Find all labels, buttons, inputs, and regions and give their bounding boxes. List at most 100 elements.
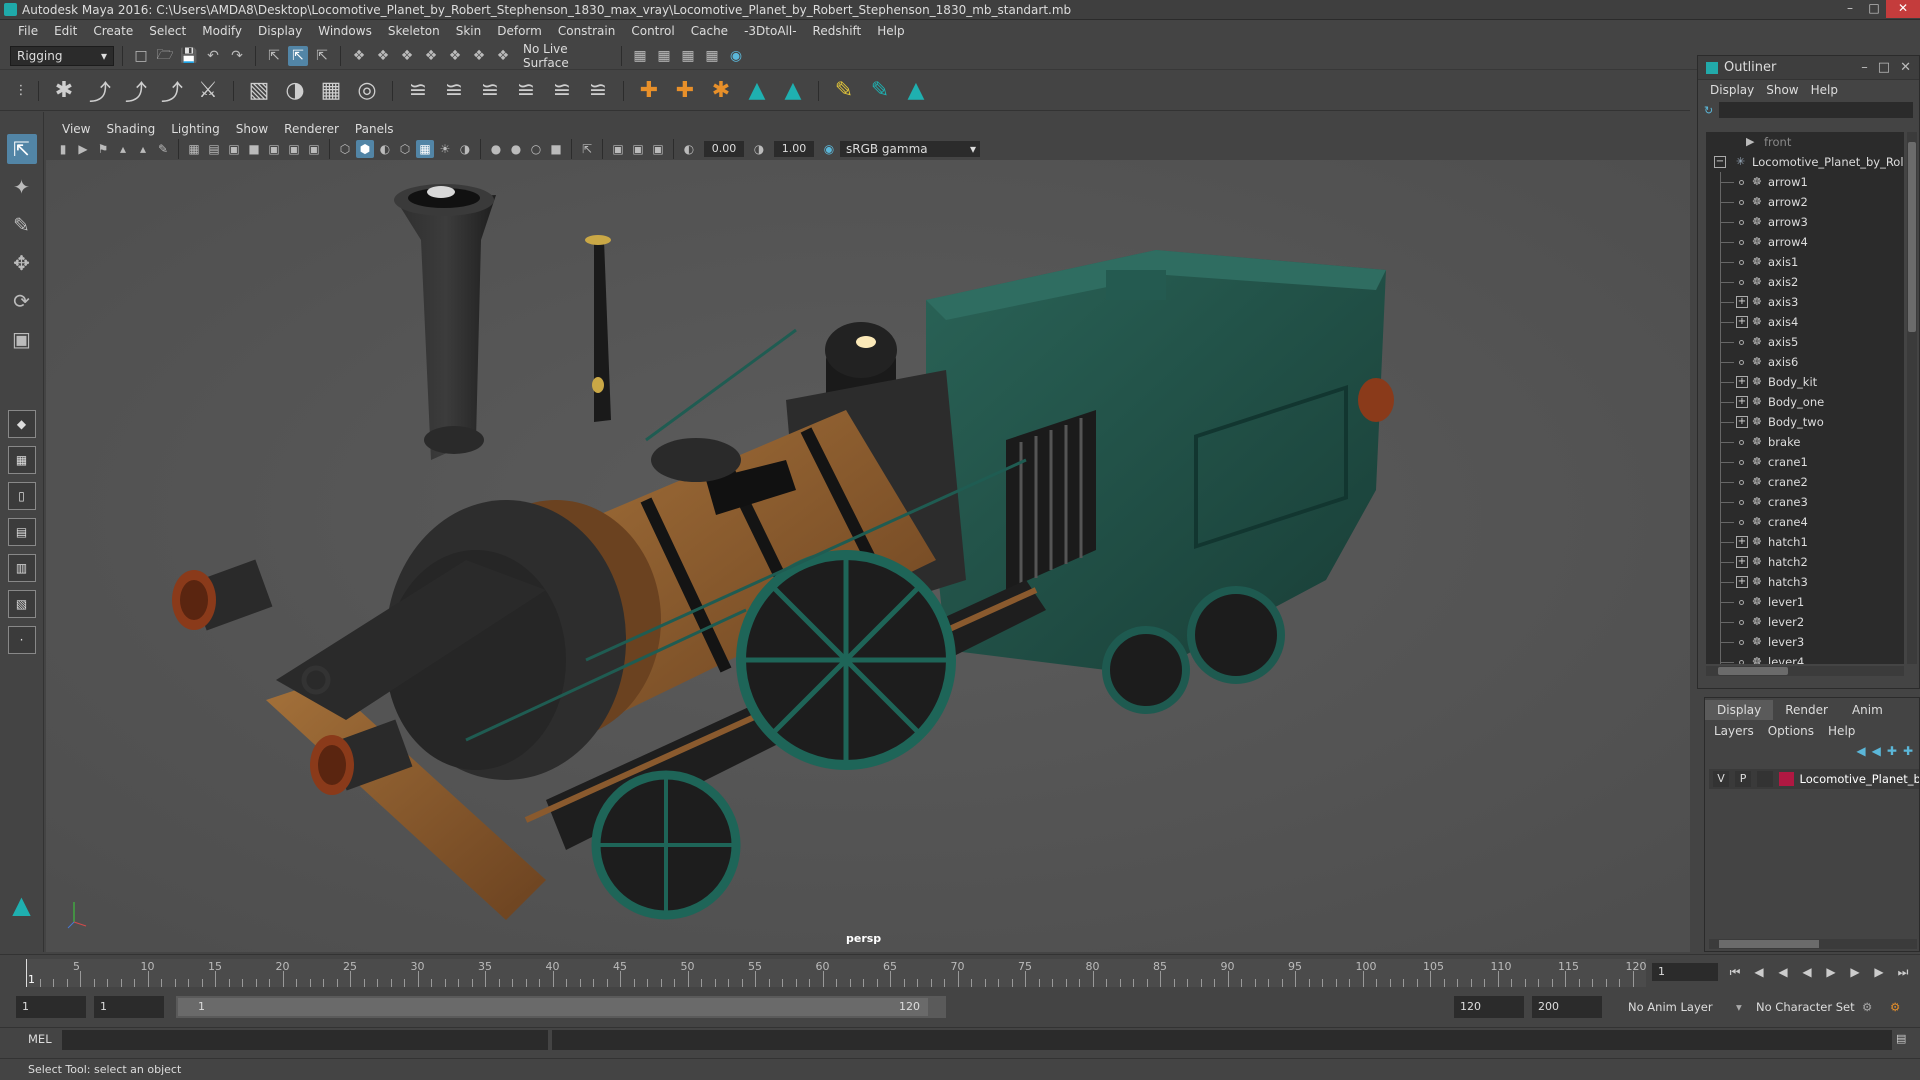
tab-render[interactable]: Render — [1773, 700, 1840, 720]
select-hierarchy-icon[interactable]: ⇱ — [264, 46, 284, 66]
outliner-item[interactable]: ☸ crane2 — [1706, 472, 1904, 492]
vp-menu-lighting[interactable]: Lighting — [163, 122, 228, 136]
expand-icon[interactable]: + — [1736, 416, 1748, 428]
play-forward-icon[interactable]: ▶ — [1822, 963, 1840, 981]
paint-tool-icon[interactable]: ✎ — [865, 76, 895, 106]
maya-logo-icon[interactable]: ▲ — [742, 76, 772, 106]
current-frame-field[interactable]: 1 — [1652, 963, 1718, 981]
mirror-joint-icon[interactable]: ⤴ — [157, 76, 187, 106]
menu-help[interactable]: Help — [869, 24, 912, 38]
time-ruler[interactable]: 1 5 10 15 20 25 30 35 40 45 50 55 60 65 70 75 80 85 90 95 1… — [26, 959, 1647, 987]
skin-tool-icon[interactable]: ✎ — [829, 76, 859, 106]
wireframe-icon[interactable]: ⬡ — [336, 140, 354, 158]
menu-redshift[interactable]: Redshift — [805, 24, 870, 38]
paint-weights-icon[interactable]: ◑ — [280, 76, 310, 106]
outliner-item[interactable]: ▶ front — [1706, 132, 1904, 152]
orient-constraint-icon[interactable]: ≌ — [475, 76, 505, 106]
collapse-icon[interactable]: − — [1714, 156, 1726, 168]
menu-select[interactable]: Select — [141, 24, 194, 38]
color-management-icon[interactable]: ◉ — [820, 140, 838, 158]
new-layer-selected-icon[interactable]: ✚ — [1903, 744, 1913, 758]
aim-constraint-icon[interactable]: ≌ — [547, 76, 577, 106]
graph-layout-icon[interactable]: ▥ — [7, 554, 36, 582]
move-layer-up-icon[interactable]: ◀ — [1856, 744, 1865, 758]
rotate-tool-icon[interactable]: ⟳ — [7, 286, 37, 316]
close-icon[interactable]: ✕ — [1900, 60, 1911, 75]
auto-key-icon[interactable]: ⚙ — [1862, 996, 1872, 1018]
animation-start-field[interactable]: 1 — [16, 996, 86, 1018]
expand-icon[interactable]: + — [1736, 296, 1748, 308]
render-frame-icon[interactable]: ▦ — [654, 46, 674, 66]
maximize-icon[interactable]: □ — [1878, 60, 1890, 75]
scroll-thumb[interactable] — [1718, 667, 1788, 675]
outliner-item[interactable]: ☸ lever4 — [1706, 652, 1904, 664]
vp-menu-shading[interactable]: Shading — [98, 122, 163, 136]
layer-display-type[interactable] — [1757, 771, 1774, 787]
two-d-pan-icon[interactable]: ▴ — [134, 140, 152, 158]
snap-view-icon[interactable]: ❖ — [421, 46, 441, 66]
select-object-icon[interactable]: ⇱ — [288, 45, 308, 66]
new-layer-icon[interactable]: ✚ — [1887, 744, 1897, 758]
vp-menu-panels[interactable]: Panels — [347, 122, 402, 136]
outliner-horizontal-scrollbar[interactable] — [1706, 666, 1904, 676]
hypershade-layout-icon[interactable]: ▧ — [7, 590, 36, 618]
expand-icon[interactable]: + — [1736, 556, 1748, 568]
layer-menu-help[interactable]: Help — [1821, 724, 1862, 738]
resolution-gate-icon[interactable]: ▣ — [225, 140, 243, 158]
menu-display[interactable]: Display — [250, 24, 310, 38]
menu-control[interactable]: Control — [623, 24, 682, 38]
expand-icon[interactable]: + — [1736, 576, 1748, 588]
outliner-item[interactable]: ☸ crane1 — [1706, 452, 1904, 472]
outliner-item[interactable]: + ☸ hatch3 — [1706, 572, 1904, 592]
outliner-item[interactable]: + ☸ Body_one — [1706, 392, 1904, 412]
field-chart-icon[interactable]: ▣ — [265, 140, 283, 158]
maximize-button[interactable]: □ — [1862, 0, 1886, 18]
minimize-button[interactable]: – — [1838, 0, 1862, 18]
outliner-item[interactable]: ☸ lever1 — [1706, 592, 1904, 612]
default-material-icon[interactable]: ◐ — [376, 140, 394, 158]
vp-menu-show[interactable]: Show — [228, 122, 276, 136]
create-joint-icon[interactable]: ⤴ — [85, 76, 115, 106]
range-slider-handle[interactable]: 1 120 — [178, 998, 928, 1016]
menu-windows[interactable]: Windows — [310, 24, 380, 38]
scroll-thumb[interactable] — [1719, 940, 1819, 948]
outliner-layout-icon[interactable]: ▤ — [7, 518, 36, 546]
outliner-item[interactable]: ☸ lever2 — [1706, 612, 1904, 632]
close-button[interactable]: ✕ — [1886, 0, 1920, 18]
anti-aliasing-icon[interactable]: ○ — [527, 140, 545, 158]
live-surface-field[interactable]: No Live Surface — [517, 42, 613, 70]
camera-icon[interactable]: ▮ — [54, 140, 72, 158]
screen-space-ao-icon[interactable]: ● — [487, 140, 505, 158]
menu-skin[interactable]: Skin — [448, 24, 490, 38]
create-locator-icon[interactable]: ✱ — [49, 76, 79, 106]
preferences-icon[interactable]: ⚙ — [1890, 996, 1900, 1018]
lasso-tool-icon[interactable]: ✦ — [7, 172, 37, 202]
maya-logo-icon-3[interactable]: ▲ — [901, 76, 931, 106]
outliner-menu-display[interactable]: Display — [1704, 83, 1760, 97]
wireframe-on-shaded-icon[interactable]: ⬡ — [396, 140, 414, 158]
undo-icon[interactable]: ↶ — [203, 46, 223, 66]
hik-skeleton-icon[interactable]: ✚ — [670, 76, 700, 106]
menu-modify[interactable]: Modify — [194, 24, 250, 38]
snap-vertex-icon[interactable]: ❖ — [493, 46, 513, 66]
paint-select-icon[interactable]: ✎ — [7, 210, 37, 240]
mel-command-input[interactable] — [62, 1030, 548, 1050]
open-scene-icon[interactable]: 🗁 — [155, 46, 175, 66]
gamma-icon[interactable]: ◑ — [750, 140, 768, 158]
gamma-field[interactable]: 1.00 — [774, 141, 814, 157]
exposure-field[interactable]: 0.00 — [704, 141, 744, 157]
outliner-item[interactable]: ☸ axis2 — [1706, 272, 1904, 292]
select-tool-icon[interactable]: ⇱ — [6, 134, 37, 164]
cluster-icon[interactable]: ◎ — [352, 76, 382, 106]
single-perspective-layout-icon[interactable]: ◆ — [7, 410, 36, 438]
select-component-icon[interactable]: ⇱ — [312, 46, 332, 66]
menu-3dtoall[interactable]: -3DtoAll- — [736, 24, 804, 38]
expand-icon[interactable]: + — [1736, 396, 1748, 408]
outliner-item[interactable]: + ☸ axis3 — [1706, 292, 1904, 312]
vp-menu-view[interactable]: View — [54, 122, 98, 136]
parent-constraint-icon[interactable]: ≌ — [403, 76, 433, 106]
motion-blur-icon[interactable]: ● — [507, 140, 525, 158]
custom-layout-icon[interactable]: · — [7, 626, 36, 654]
shadows-icon[interactable]: ◑ — [456, 140, 474, 158]
step-forward-key-icon[interactable]: ▶ — [1870, 963, 1888, 981]
